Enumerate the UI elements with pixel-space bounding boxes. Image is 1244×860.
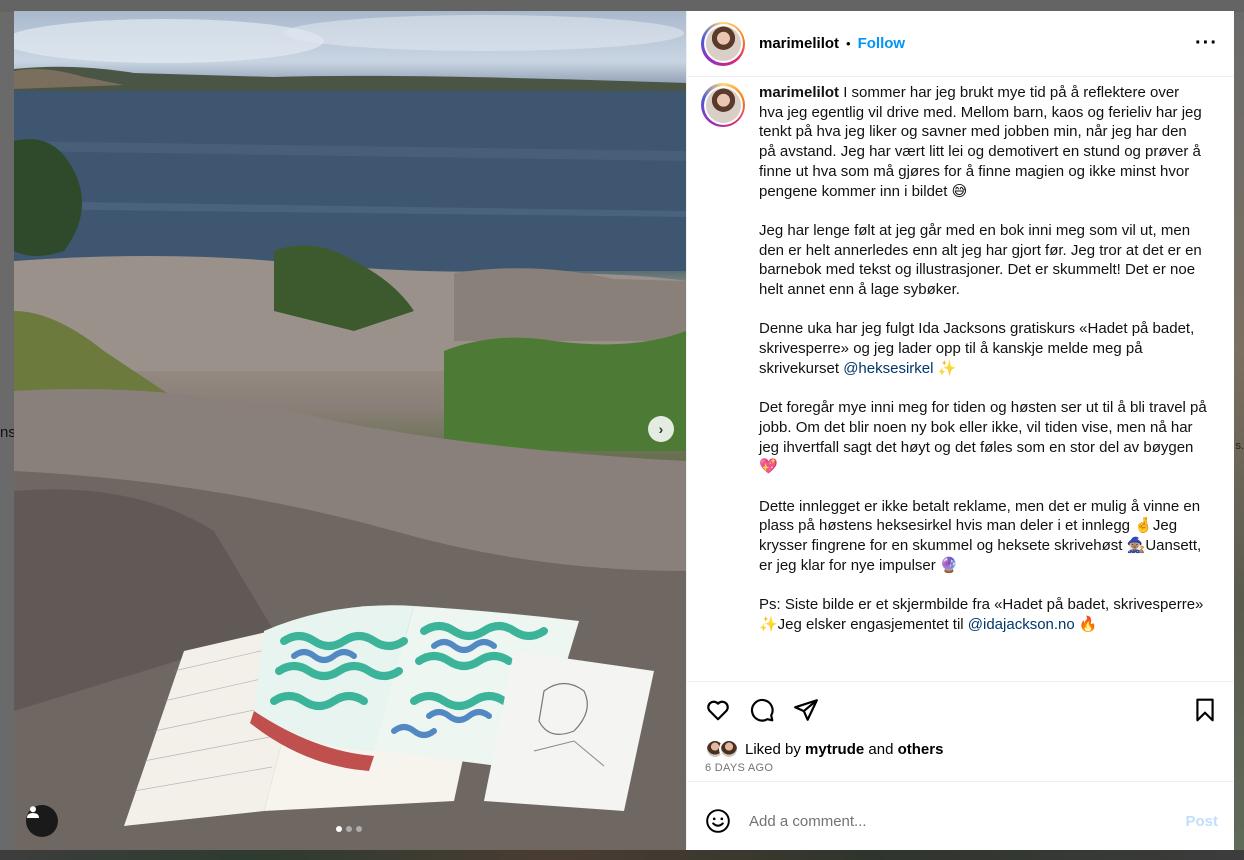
heart-icon[interactable] [705, 697, 731, 723]
post-caption: marimelilot I sommer har jeg brukt mye t… [759, 83, 1207, 681]
post-actions-bar [687, 682, 1234, 738]
mention-link-heksesirkel[interactable]: @heksesirkel [843, 360, 933, 377]
caption-paragraph-2: Jeg har lenge følt at jeg går med en bok… [759, 221, 1202, 299]
caption-paragraph-3: Denne uka har jeg fulgt Ida Jacksons gra… [759, 319, 1207, 378]
bookmark-icon[interactable] [1192, 697, 1218, 723]
carousel-dot [346, 826, 352, 832]
user-icon [27, 806, 39, 818]
post-photo[interactable]: › [14, 11, 686, 850]
liker-username[interactable]: mytrude [805, 741, 864, 758]
caption-section: marimelilot I sommer har jeg brukt mye t… [687, 77, 1234, 682]
comment-input[interactable] [749, 812, 1186, 830]
caption-paragraph-6: Ps: Siste bilde er et skjermbilde fra «H… [759, 595, 1207, 634]
caption-paragraph-4: Det foregår mye inni meg for tiden og hø… [759, 399, 1207, 476]
emoji-smile-icon[interactable] [705, 808, 731, 834]
carousel-indicator [336, 826, 362, 832]
carousel-dot [356, 826, 362, 832]
background-text-fragment-right: s. [1235, 440, 1244, 452]
author-username[interactable]: marimelilot [759, 35, 839, 52]
avatar-image [705, 26, 741, 61]
post-side-panel: marimelilot • Follow ··· marimelilot I s… [686, 11, 1234, 850]
likes-text: Liked by mytrude and others [745, 741, 943, 758]
caption-text: ✨ [933, 359, 957, 377]
liker-avatar[interactable] [719, 739, 739, 759]
caption-author-avatar[interactable] [701, 83, 745, 127]
author-avatar[interactable] [701, 21, 745, 66]
chevron-right-icon: › [658, 421, 664, 437]
avatar-image [705, 87, 741, 123]
send-icon[interactable] [793, 697, 819, 723]
likes-prefix: Liked by [745, 740, 801, 758]
follow-button[interactable]: Follow [858, 35, 906, 52]
caption-text: I sommer har jeg brukt mye tid på å refl… [759, 84, 1202, 200]
comment-icon[interactable] [749, 697, 775, 723]
likes-and: and [868, 740, 894, 758]
post-header: marimelilot • Follow ··· [687, 11, 1234, 77]
comment-composer: Post [687, 792, 1234, 850]
more-horizontal-icon[interactable]: ··· [1195, 32, 1218, 55]
tagged-users-button[interactable] [26, 805, 58, 837]
post-modal: › marimelilot • Follow ··· marimelilot I… [14, 11, 1234, 850]
backdrop-bottom-strip [0, 850, 1244, 860]
caption-text: 🔥 [1074, 615, 1098, 633]
mention-link-idajackson[interactable]: @idajackson.no [968, 616, 1075, 633]
background-right-strip [1234, 20, 1244, 850]
post-timestamp[interactable]: 6 DAYS AGO [687, 760, 1234, 782]
caption-author-username[interactable]: marimelilot [759, 84, 839, 101]
caption-text: Denne uka har jeg fulgt Ida Jacksons gra… [759, 320, 1195, 377]
caption-paragraph-5: Dette innlegget er ikke betalt reklame, … [759, 497, 1202, 574]
carousel-dot [336, 826, 342, 832]
likes-summary: Liked by mytrude and others [687, 738, 1234, 760]
post-comment-button[interactable]: Post [1185, 813, 1218, 830]
photo-illustration [14, 15, 686, 850]
next-photo-button[interactable]: › [648, 416, 674, 442]
likes-others-link[interactable]: others [898, 741, 944, 758]
header-separator: • [846, 36, 851, 51]
caption-paragraph-1: marimelilot I sommer har jeg brukt mye t… [759, 83, 1207, 201]
